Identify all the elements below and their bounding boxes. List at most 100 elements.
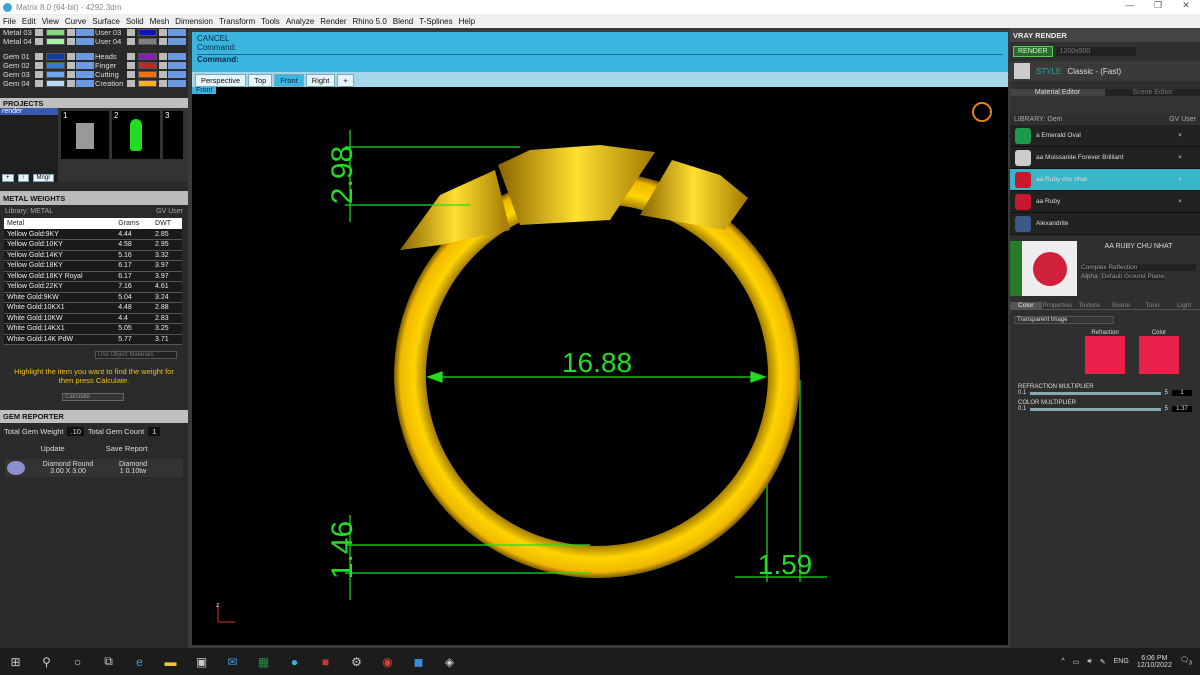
expand-button[interactable]: [1010, 241, 1022, 296]
pen-icon[interactable]: ✎: [1100, 658, 1106, 666]
layer-arrow-icon[interactable]: [126, 29, 135, 36]
tab-material-editor[interactable]: Material Editor: [1010, 89, 1105, 96]
mail-icon[interactable]: ✉: [217, 648, 248, 675]
layer-arrow-icon[interactable]: [126, 80, 135, 87]
menu-edit[interactable]: Edit: [19, 17, 39, 26]
layer-row[interactable]: Gem 04: [3, 79, 95, 88]
layer-color-swatch[interactable]: [45, 38, 66, 45]
material-item[interactable]: aa Ruby chu nhat ×: [1010, 169, 1200, 191]
layer-arrow-icon[interactable]: [34, 29, 43, 36]
resolution-select[interactable]: 1200x900: [1055, 47, 1136, 56]
chrome-icon[interactable]: ◉: [372, 648, 403, 675]
remove-icon[interactable]: ×: [1178, 198, 1182, 205]
visibility-toggle[interactable]: [168, 29, 186, 36]
task-view-icon[interactable]: ⧉: [93, 648, 124, 675]
table-row[interactable]: White Gold:10KW 4.4 2.83: [4, 313, 182, 324]
tab-front[interactable]: Front: [274, 74, 304, 87]
tab-toon[interactable]: Toon: [1137, 302, 1169, 309]
lock-icon[interactable]: [159, 38, 168, 45]
tab-add-view[interactable]: +: [337, 74, 354, 87]
matrix-icon[interactable]: ◈: [434, 648, 465, 675]
visibility-toggle[interactable]: [168, 38, 186, 45]
tab-top[interactable]: Top: [248, 74, 273, 87]
refraction-multiplier-slider[interactable]: [1030, 391, 1161, 395]
zalo-icon[interactable]: ◼: [403, 648, 434, 675]
layer-row[interactable]: Finger: [95, 61, 187, 70]
menu-help[interactable]: Help: [456, 17, 478, 26]
table-row[interactable]: Yellow Gold:14KY 5.16 3.32: [4, 250, 182, 261]
menu-tools[interactable]: Tools: [258, 17, 283, 26]
layer-color-swatch[interactable]: [45, 29, 66, 36]
tab-scene-editor[interactable]: Scene Editor: [1105, 89, 1200, 96]
material-item[interactable]: Alexandrite: [1010, 213, 1200, 235]
store-icon[interactable]: ▣: [186, 648, 217, 675]
visibility-toggle[interactable]: [76, 71, 94, 78]
manager-button[interactable]: Mngr: [32, 174, 55, 182]
table-row[interactable]: Yellow Gold:18KY 6.17 3.97: [4, 260, 182, 272]
layer-row[interactable]: Metal 03: [3, 28, 95, 37]
notifications-icon[interactable]: 🗨︎3: [1180, 656, 1192, 666]
layer-arrow-icon[interactable]: [34, 80, 43, 87]
close-button[interactable]: ✕: [1172, 0, 1200, 11]
menu-t-splines[interactable]: T-Splines: [416, 17, 455, 26]
table-row[interactable]: Yellow Gold:22KY 7.16 4.61: [4, 281, 182, 293]
project-thumb[interactable]: 3: [163, 111, 183, 159]
edge-icon[interactable]: e: [124, 648, 155, 675]
menu-blend[interactable]: Blend: [390, 17, 416, 26]
refraction-multiplier-value[interactable]: 1: [1172, 390, 1192, 396]
settings-icon[interactable]: ⚙: [341, 648, 372, 675]
layer-arrow-icon[interactable]: [126, 53, 135, 60]
maximize-button[interactable]: ❐: [1144, 0, 1172, 11]
layer-row[interactable]: Gem 03: [3, 70, 95, 79]
layer-color-swatch[interactable]: [45, 62, 66, 69]
remove-icon[interactable]: ×: [1178, 176, 1182, 183]
layer-arrow-icon[interactable]: [126, 38, 135, 45]
layer-arrow-icon[interactable]: [126, 71, 135, 78]
refraction-swatch[interactable]: Refraction: [1085, 330, 1125, 374]
lock-icon[interactable]: [159, 71, 168, 78]
material-item[interactable]: aa Moissanite Forever Brilliant ×: [1010, 147, 1200, 169]
color-multiplier-slider[interactable]: [1030, 407, 1161, 411]
update-button[interactable]: Update: [41, 444, 65, 453]
alpha-toggle[interactable]: Alpha: [1081, 273, 1098, 280]
color-swatch[interactable]: Color: [1139, 330, 1179, 374]
visibility-toggle[interactable]: [168, 62, 186, 69]
gv-toggle[interactable]: GV: [1169, 116, 1179, 123]
visibility-toggle[interactable]: [76, 53, 94, 60]
layer-color-swatch[interactable]: [45, 71, 66, 78]
menu-view[interactable]: View: [39, 17, 62, 26]
visibility-toggle[interactable]: [168, 53, 186, 60]
user-toggle[interactable]: User: [168, 208, 183, 215]
style-select[interactable]: Classic - (Fast): [1067, 67, 1121, 76]
app-icon[interactable]: ●: [279, 648, 310, 675]
menu-curve[interactable]: Curve: [62, 17, 89, 26]
tray-chevron-icon[interactable]: ^: [1061, 658, 1064, 665]
project-thumb[interactable]: 2: [112, 111, 160, 159]
layer-row[interactable]: User 03: [95, 28, 187, 37]
table-row[interactable]: Yellow Gold:18KY Royal 6.17 3.97: [4, 271, 182, 282]
lock-icon[interactable]: [67, 71, 76, 78]
lock-icon[interactable]: [159, 29, 168, 36]
menu-analyze[interactable]: Analyze: [283, 17, 317, 26]
menu-transform[interactable]: Transform: [216, 17, 258, 26]
layer-row[interactable]: Cutting: [95, 70, 187, 79]
tab-scene[interactable]: Scene: [1105, 302, 1137, 309]
menu-rhino-5-0[interactable]: Rhino 5.0: [350, 17, 390, 26]
cortana-icon[interactable]: ○: [62, 648, 93, 675]
lock-icon[interactable]: [159, 53, 168, 60]
menu-mesh[interactable]: Mesh: [147, 17, 173, 26]
visibility-toggle[interactable]: [76, 62, 94, 69]
mode-select[interactable]: Transparent Image: [1014, 316, 1114, 324]
table-row[interactable]: White Gold:14K PdW 5.77 3.71: [4, 334, 182, 345]
search-icon[interactable]: ⚲: [31, 648, 62, 675]
tab-perspective[interactable]: Perspective: [195, 74, 247, 87]
render-button[interactable]: RENDER: [1013, 46, 1053, 57]
tab-right[interactable]: Right: [305, 74, 336, 87]
table-row[interactable]: White Gold:10KX1 4.48 2.88: [4, 302, 182, 314]
project-item[interactable]: render: [0, 108, 58, 115]
gem-row[interactable]: Diamond Round 3.00 X 3.00 Diamond 1 0.10tw: [5, 459, 183, 477]
remove-icon[interactable]: ×: [1178, 132, 1182, 139]
front-viewport[interactable]: Front 2.98 16.88 1.46 1.59 z: [192, 87, 1008, 645]
lock-icon[interactable]: [159, 62, 168, 69]
remove-icon[interactable]: ×: [1178, 154, 1182, 161]
